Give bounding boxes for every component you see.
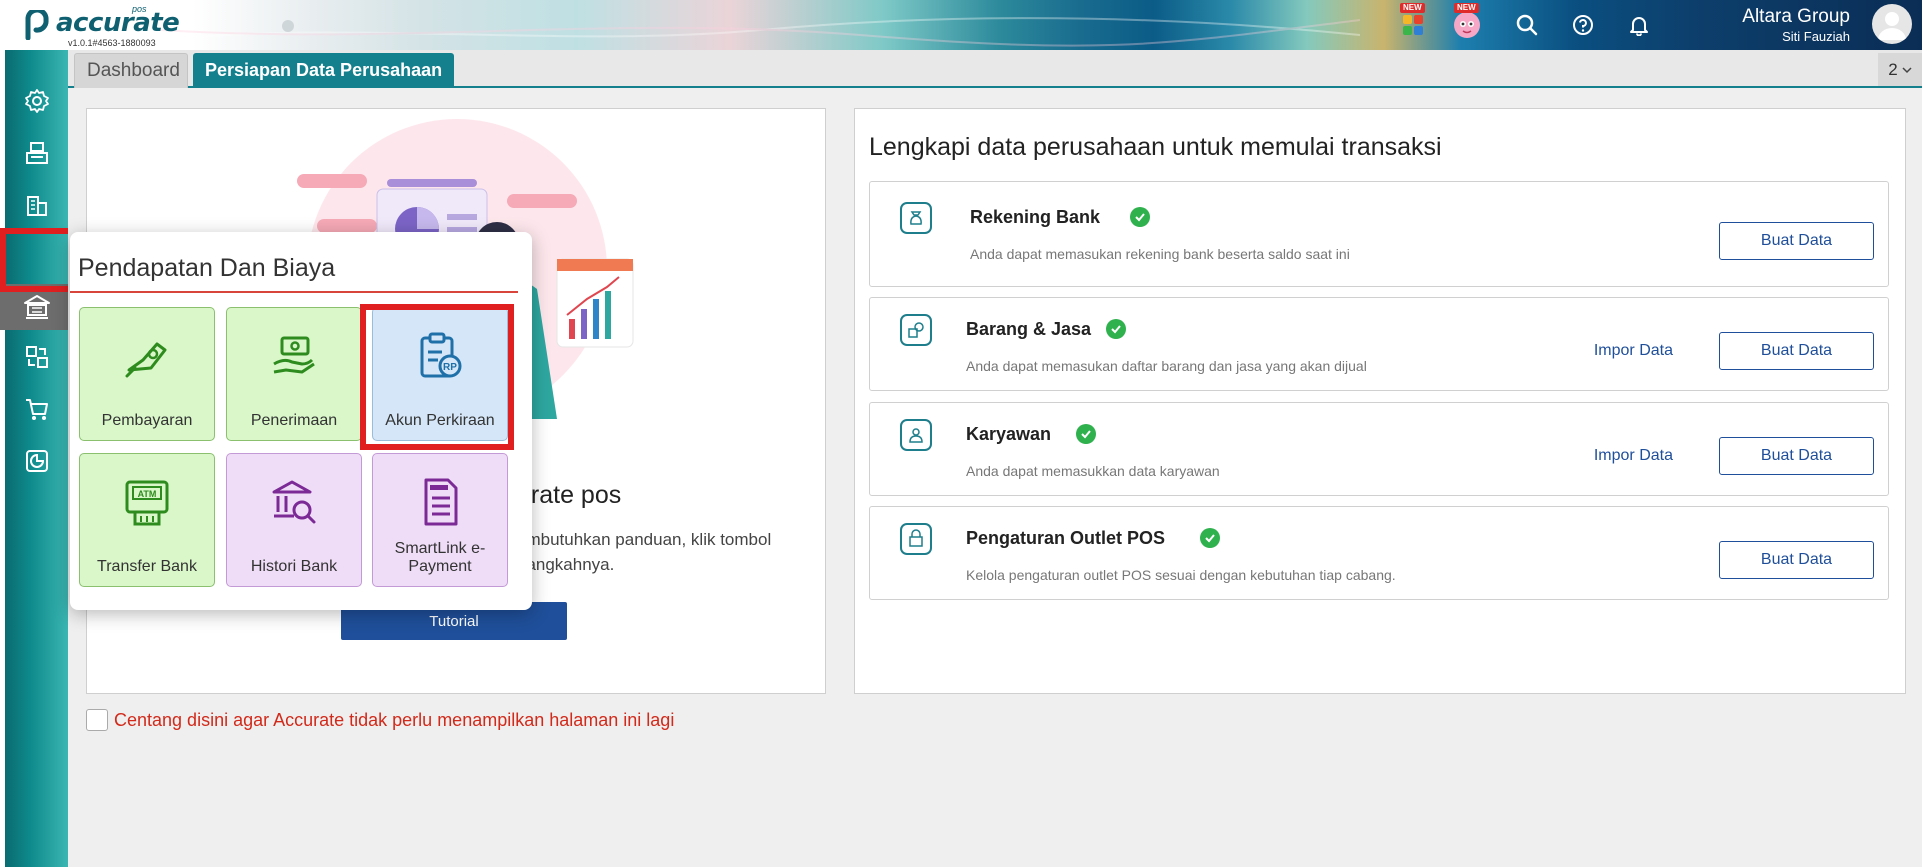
- header-dot: [282, 20, 294, 32]
- buat-data-button[interactable]: Buat Data: [1719, 437, 1874, 475]
- sidebar-item-company[interactable]: [5, 182, 68, 228]
- card-karyawan: Karyawan Anda dapat memasukkan data kary…: [869, 402, 1889, 496]
- chevron-down-icon: [1902, 66, 1912, 73]
- sidebar-item-sales[interactable]: [5, 130, 68, 176]
- tile-label: Transfer Bank: [97, 558, 197, 575]
- impor-data-link[interactable]: Impor Data: [1594, 447, 1673, 465]
- sidebar-item-purchase[interactable]: [5, 386, 68, 432]
- income-expense-popup: Pendapatan Dan Biaya Pembayaran Penerima…: [70, 232, 532, 610]
- sidebar-item-inventory[interactable]: [5, 334, 68, 380]
- app-logo[interactable]: accurate pos v1.0.1#4563-1880093: [20, 4, 180, 48]
- sidebar-item-settings[interactable]: [5, 78, 68, 124]
- user-name: Siti Fauziah: [1782, 29, 1850, 44]
- outlet-icon: [900, 523, 932, 555]
- new-badge: NEW: [1454, 3, 1479, 13]
- impor-data-link[interactable]: Impor Data: [1594, 342, 1673, 360]
- hide-page-checkbox[interactable]: [86, 709, 108, 731]
- card-desc: Anda dapat memasukkan data karyawan: [966, 463, 1220, 479]
- app-version: v1.0.1#4563-1880093: [68, 38, 156, 48]
- tab-dashboard[interactable]: Dashboard: [74, 53, 188, 88]
- welcome-heading: urate pos: [517, 481, 622, 509]
- receive-money-icon: [227, 330, 361, 382]
- bell-icon[interactable]: [1624, 10, 1654, 40]
- logo-mark-icon: [25, 10, 49, 40]
- card-title: Barang & Jasa: [966, 319, 1092, 339]
- tile-transfer-bank[interactable]: ATM Transfer Bank: [79, 453, 215, 587]
- goods-icon: [900, 314, 932, 346]
- hide-page-checkbox-row[interactable]: Centang disini agar Accurate tidak perlu…: [86, 709, 674, 731]
- bank-search-icon: [227, 476, 361, 528]
- cart-icon: [25, 399, 48, 420]
- card-desc: Anda dapat memasukan daftar barang dan j…: [966, 358, 1367, 374]
- avatar[interactable]: [1872, 4, 1912, 44]
- welcome-body-line-1: embutuhkan panduan, klik tombol: [517, 530, 772, 549]
- atm-icon: ATM: [80, 476, 214, 528]
- tile-penerimaan[interactable]: Penerimaan: [226, 307, 362, 441]
- check-icon: [1200, 528, 1220, 548]
- buat-data-button[interactable]: Buat Data: [1719, 332, 1874, 370]
- tab-persiapan-data[interactable]: Persiapan Data Perusahaan: [193, 53, 455, 88]
- tab-count: 2: [1888, 59, 1898, 79]
- tile-pembayaran[interactable]: Pembayaran: [79, 307, 215, 441]
- report-chart-icon: [25, 450, 48, 472]
- building-icon: [26, 196, 47, 216]
- check-icon: [1076, 424, 1096, 444]
- logo-text: accurate: [56, 8, 180, 38]
- gear-icon: [24, 89, 49, 113]
- card-desc: Anda dapat memasukan rekening bank beser…: [970, 246, 1350, 262]
- apps-icon[interactable]: NEW: [1398, 3, 1428, 40]
- left-sidebar: [0, 50, 73, 867]
- company-name: Altara Group: [1742, 6, 1850, 27]
- cashier-icon: [25, 142, 48, 164]
- employee-icon: [900, 419, 932, 451]
- setup-panel: Lengkapi data perusahaan untuk memulai t…: [854, 108, 1906, 694]
- svg-text:ATM: ATM: [138, 489, 157, 499]
- help-icon[interactable]: [1568, 10, 1598, 40]
- epayment-doc-icon: [373, 476, 507, 528]
- card-desc: Kelola pengaturan outlet POS sesuai deng…: [966, 567, 1396, 583]
- buat-data-button[interactable]: Buat Data: [1719, 222, 1874, 260]
- tile-smartlink-epayment[interactable]: SmartLink e-Payment: [372, 453, 508, 587]
- payment-hand-icon: [80, 330, 214, 382]
- card-title: Karyawan: [966, 424, 1052, 444]
- welcome-body-line-2: -langkahnya.: [517, 555, 615, 574]
- tab-bar: Dashboard Persiapan Data Perusahaan 2: [68, 50, 1922, 88]
- card-pengaturan-outlet: Pengaturan Outlet POS Kelola pengaturan …: [869, 506, 1889, 600]
- card-rekening-bank: Rekening Bank Anda dapat memasukan reken…: [869, 181, 1889, 287]
- search-icon[interactable]: [1512, 10, 1542, 40]
- header-wave-decoration: [160, 17, 1360, 47]
- sidebar-item-reports[interactable]: [5, 438, 68, 484]
- buat-data-button[interactable]: Buat Data: [1719, 541, 1874, 579]
- tile-histori-bank[interactable]: Histori Bank: [226, 453, 362, 587]
- tile-highlight-box: [360, 304, 514, 450]
- company-info[interactable]: Altara Group Siti Fauziah: [1742, 6, 1850, 44]
- boxes-icon: [25, 346, 48, 368]
- check-icon: [1106, 319, 1126, 339]
- top-header: accurate pos v1.0.1#4563-1880093 NEW NEW…: [0, 0, 1922, 50]
- new-badge: NEW: [1400, 3, 1425, 13]
- card-barang-jasa: Barang & Jasa Anda dapat memasukan dafta…: [869, 297, 1889, 391]
- setup-title: Lengkapi data perusahaan untuk memulai t…: [869, 133, 1442, 161]
- tile-label: Histori Bank: [250, 558, 338, 575]
- tile-label: Pembayaran: [101, 412, 193, 429]
- popup-title: Pendapatan Dan Biaya: [78, 254, 336, 282]
- hide-page-label: Centang disini agar Accurate tidak perlu…: [114, 709, 675, 730]
- tab-count-dropdown[interactable]: 2: [1878, 53, 1922, 86]
- card-title: Rekening Bank: [970, 207, 1101, 227]
- card-title: Pengaturan Outlet POS: [966, 528, 1166, 548]
- bank-icon: [23, 295, 50, 319]
- tile-label: SmartLink e-Payment: [394, 540, 486, 575]
- check-icon: [1130, 207, 1150, 227]
- tile-label: Penerimaan: [250, 412, 338, 429]
- money-bag-icon: [900, 202, 932, 234]
- logo-sub: pos: [132, 4, 147, 14]
- assistant-icon[interactable]: NEW: [1452, 3, 1482, 40]
- popup-divider: [70, 291, 518, 293]
- welcome-body: embutuhkan panduan, klik tombol -langkah…: [517, 527, 817, 577]
